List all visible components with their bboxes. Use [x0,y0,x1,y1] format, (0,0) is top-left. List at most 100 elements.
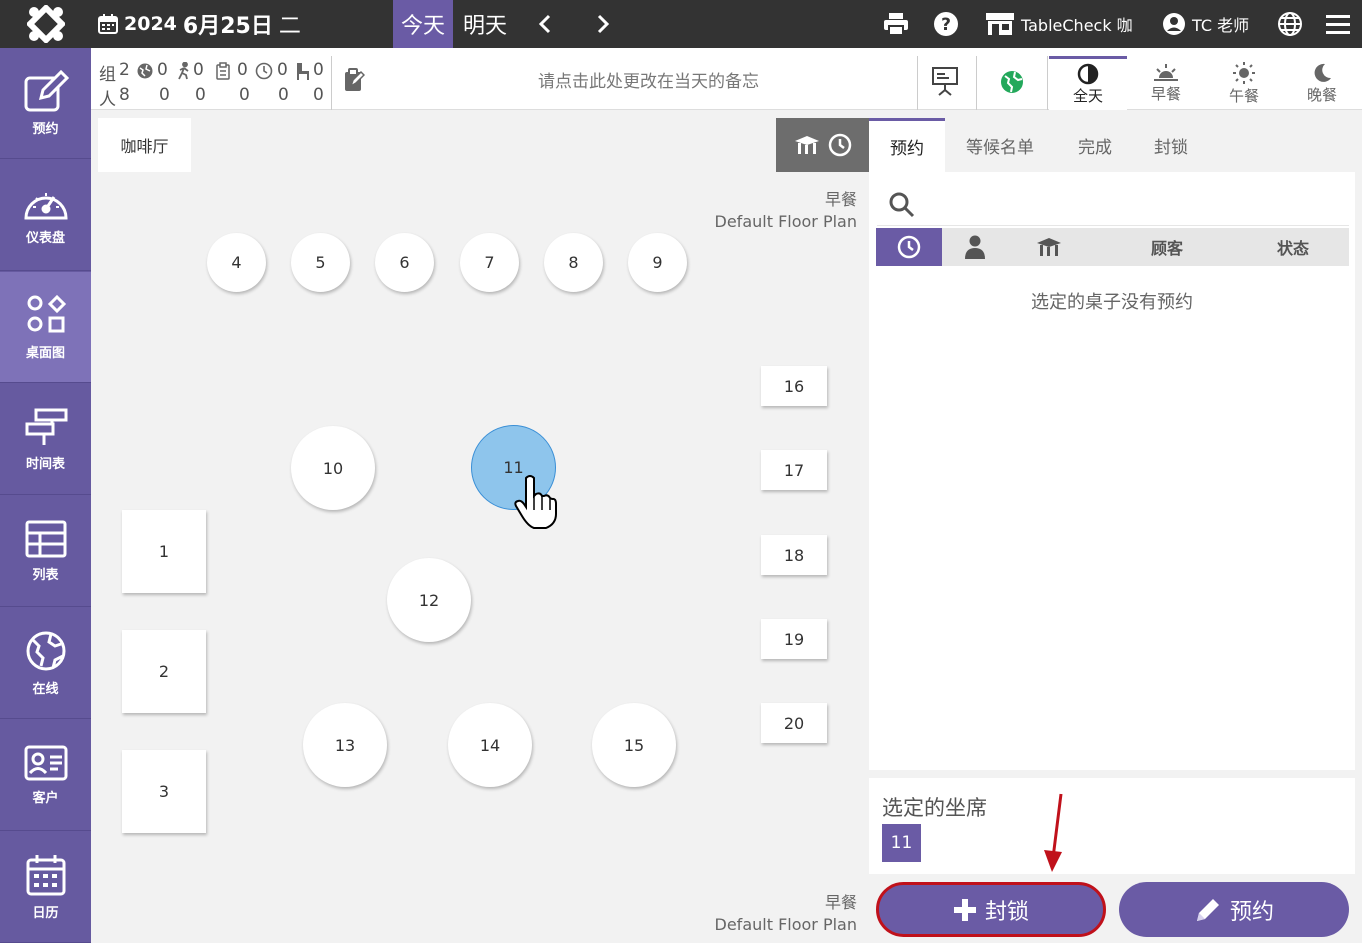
edit-icon [24,69,69,111]
seated-people-count: 0 [313,85,324,105]
calendar-icon [26,854,65,895]
date-display[interactable]: 2024 6月25日 二 [98,0,301,48]
weekday-text: 二 [278,14,301,39]
customer-column[interactable]: 顾客 [1134,228,1200,266]
status-column[interactable]: 状态 [1260,228,1326,266]
table-9[interactable]: 9 [628,233,687,292]
help-icon[interactable]: ? [932,0,960,48]
customer-card-icon [24,745,67,780]
table-6[interactable]: 6 [375,233,434,292]
table-5[interactable]: 5 [291,233,350,292]
sidebar-item-list[interactable]: 列表 [0,496,91,607]
timeline-icon [25,408,67,445]
moon-icon [1314,63,1331,82]
table-3[interactable]: 3 [122,750,206,833]
table-17[interactable]: 17 [761,450,827,490]
sidebar: 预约 仪表盘 桌面图 时间表 列表 在线 客户 日历 [0,48,91,943]
table-7[interactable]: 7 [460,233,519,292]
tab-waitlist[interactable]: 等候名单 [955,118,1045,172]
sidebar-item-timeline[interactable]: 时间表 [0,384,91,495]
sidebar-item-label: 日历 [32,905,59,921]
reserve-button-label: 预约 [1229,899,1274,925]
seated-count: 0 [313,60,324,80]
table-icon [1037,238,1061,256]
tab-completed[interactable]: 完成 [1063,118,1127,172]
reservation-panel: 顾客 状态 选定的桌子没有预约 [869,172,1355,770]
sidebar-item-reservation[interactable]: 预约 [0,48,91,159]
table-20[interactable]: 20 [761,703,827,743]
half-circle-icon [1077,63,1099,85]
hand-cursor-icon [514,475,557,529]
sidebar-item-floorplan[interactable]: 桌面图 [0,272,91,383]
web-globe-icon [137,63,153,79]
tab-reservations[interactable]: 预约 [869,118,945,172]
empty-message: 选定的桌子没有预约 [1031,292,1193,313]
walk-in-count: 0 [193,60,204,80]
plan-period: 早餐 [824,893,857,912]
waitlist-count: 0 [237,60,248,80]
user-button[interactable]: TC 老师 [1162,0,1249,48]
chevron-left-icon[interactable] [530,0,560,48]
year-text: 2024 [124,13,177,35]
printer-icon[interactable] [882,0,910,48]
sidebar-item-dashboard[interactable]: 仪表盘 [0,160,91,271]
user-name: TC 老师 [1192,16,1250,35]
clock-icon [897,235,921,259]
walk-in-people-count: 0 [195,85,206,105]
block-button-label: 封锁 [984,899,1029,925]
menu-icon[interactable] [1324,0,1352,48]
sort-guests-column[interactable] [942,228,1008,266]
today-button[interactable]: 今天 [393,0,453,48]
search-input[interactable] [877,180,1349,226]
tomorrow-button[interactable]: 明天 [455,0,515,48]
sort-table-column[interactable] [1016,228,1082,266]
table-2[interactable]: 2 [122,630,206,713]
table-19[interactable]: 19 [761,619,827,659]
online-globe-icon[interactable] [1000,70,1024,98]
selected-seat-chip[interactable]: 11 [882,824,921,862]
presentation-icon[interactable] [931,66,959,100]
table-1[interactable]: 1 [122,510,206,593]
floor-plan-info-top: 早餐 Default Floor Plan [715,189,857,233]
logo-icon[interactable] [0,0,91,48]
table-14[interactable]: 14 [448,703,532,787]
globe-icon[interactable] [1276,0,1304,48]
table-10[interactable]: 10 [291,426,375,510]
group-count: 2 [119,60,130,80]
period-lunch[interactable]: 午餐 [1205,56,1283,110]
table-18[interactable]: 18 [761,535,827,575]
tab-blocked[interactable]: 封锁 [1139,118,1203,172]
sidebar-item-label: 在线 [32,681,59,697]
table-13[interactable]: 13 [303,703,387,787]
table-4[interactable]: 4 [207,233,266,292]
plan-period: 早餐 [824,190,857,209]
sunrise-icon [1154,63,1178,81]
reservation-table-header: 顾客 状态 [876,228,1349,266]
annotation-arrow [1044,793,1063,872]
period-breakfast[interactable]: 早餐 [1127,56,1205,110]
search-icon [889,192,915,218]
period-all-day[interactable]: 全天 [1049,56,1127,110]
clock-icon [828,133,851,157]
table-12[interactable]: 12 [387,558,471,642]
store-button[interactable]: TableCheck 咖 [985,0,1133,48]
sidebar-item-label: 客户 [32,790,59,806]
sidebar-item-calendar[interactable]: 日历 [0,832,91,943]
reserve-button[interactable]: 预约 [1119,882,1349,937]
table-15[interactable]: 15 [592,703,676,787]
view-toggle-button[interactable] [776,118,869,172]
table-16[interactable]: 16 [761,366,827,406]
block-button[interactable]: 封锁 [876,882,1106,937]
date-text: 6月25日 [182,14,273,39]
table-8[interactable]: 8 [544,233,603,292]
chevron-right-icon[interactable] [588,0,618,48]
table-icon [25,520,66,557]
sidebar-item-online[interactable]: 在线 [0,608,91,719]
late-count: 0 [277,60,288,80]
memo-field[interactable]: 请点击此处更改在当天的备忘 [381,48,916,110]
sort-time-column[interactable] [876,228,942,266]
sidebar-item-customers[interactable]: 客户 [0,720,91,831]
period-dinner[interactable]: 晚餐 [1283,56,1361,110]
floor-tab-cafe[interactable]: 咖啡厅 [98,118,191,172]
globe-icon [26,631,65,670]
